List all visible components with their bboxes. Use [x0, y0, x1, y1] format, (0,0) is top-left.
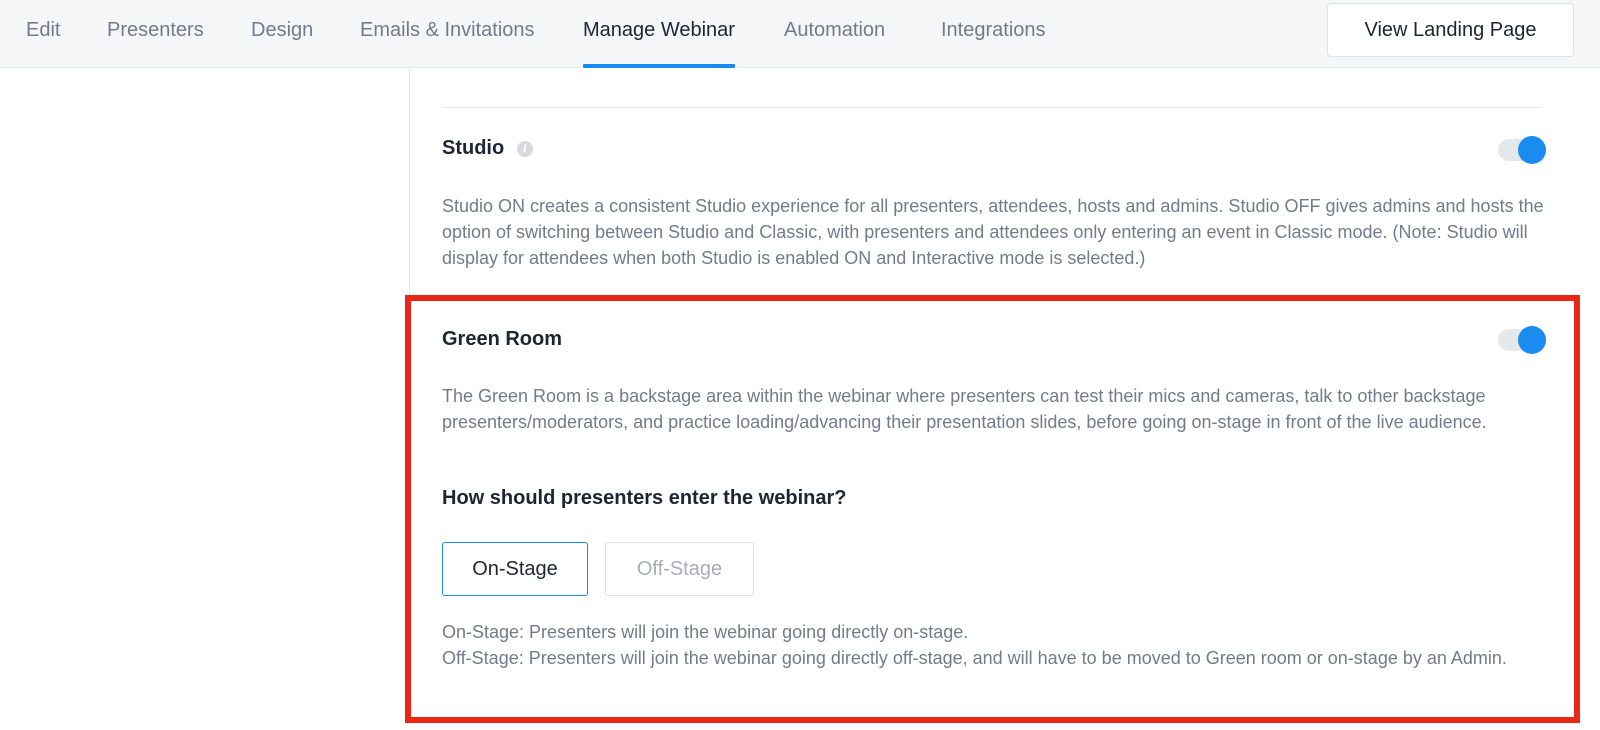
tab-edit[interactable]: Edit [26, 0, 60, 68]
tab-manage-webinar[interactable]: Manage Webinar [583, 0, 735, 68]
tab-presenters[interactable]: Presenters [107, 0, 204, 68]
info-icon[interactable]: i [517, 141, 533, 157]
on-stage-note: On-Stage: Presenters will join the webin… [442, 622, 969, 642]
on-stage-button[interactable]: On-Stage [442, 542, 588, 596]
toggle-knob [1518, 136, 1546, 164]
studio-title: Studio [442, 137, 505, 159]
tab-automation[interactable]: Automation [784, 0, 885, 68]
green-room-title: Green Room [442, 328, 563, 350]
panel-divider [409, 68, 410, 298]
tab-design[interactable]: Design [251, 0, 313, 68]
green-room-description: The Green Room is a backstage area withi… [442, 386, 1487, 432]
studio-description: Studio ON creates a consistent Studio ex… [442, 196, 1544, 268]
toggle-knob [1518, 326, 1546, 354]
stage-notes: On-Stage: Presenters will join the webin… [442, 619, 1542, 671]
off-stage-button[interactable]: Off-Stage [605, 542, 754, 596]
tab-integrations[interactable]: Integrations [941, 0, 1046, 68]
green-room-toggle[interactable] [1498, 326, 1546, 354]
top-nav: Edit Presenters Design Emails & Invitati… [0, 0, 1600, 68]
view-landing-page-button[interactable]: View Landing Page [1327, 3, 1574, 57]
section-divider [442, 107, 1542, 108]
tab-emails-invitations[interactable]: Emails & Invitations [360, 0, 535, 68]
presenter-entry-question: How should presenters enter the webinar? [442, 487, 847, 509]
studio-toggle[interactable] [1498, 136, 1546, 164]
off-stage-note: Off-Stage: Presenters will join the webi… [442, 648, 1507, 668]
